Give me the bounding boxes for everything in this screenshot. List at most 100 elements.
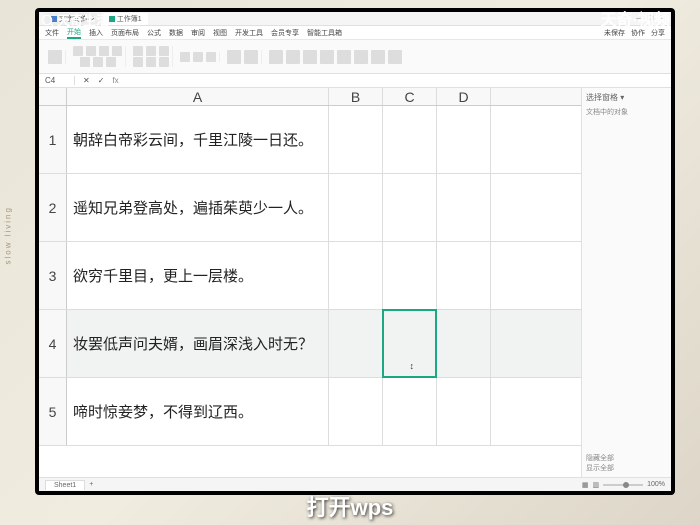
fx-icon[interactable]: fx — [112, 76, 118, 85]
cell-b5[interactable] — [329, 378, 383, 445]
table-row: 1 朝辞白帝彩云间，千里江陵一日还。 — [39, 106, 581, 174]
file-menu[interactable]: 文件 — [45, 28, 59, 38]
ribbon-styles — [224, 50, 262, 64]
menu-insert[interactable]: 插入 — [89, 28, 103, 38]
menu-review[interactable]: 审阅 — [191, 28, 205, 38]
menu-view[interactable]: 视图 — [213, 28, 227, 38]
ribbon — [39, 40, 671, 74]
currency-icon[interactable] — [180, 52, 190, 62]
menu-formula[interactable]: 公式 — [147, 28, 161, 38]
ribbon-clipboard — [45, 50, 66, 64]
sort-icon[interactable] — [286, 50, 300, 64]
cell-d2[interactable] — [437, 174, 491, 241]
cell-c4[interactable]: ↕ — [383, 310, 437, 377]
watermark-topright: 天奇·视频 — [601, 6, 670, 30]
col-header-d[interactable]: D — [437, 88, 491, 105]
wrap-icon[interactable] — [159, 57, 169, 67]
fill-color-icon[interactable] — [80, 57, 90, 67]
decor-text: slow living — [4, 206, 13, 264]
row-header-4[interactable]: 4 — [39, 310, 67, 377]
cell-a5[interactable]: 啼时惊妾梦，不得到辽西。 — [67, 378, 329, 445]
fill-icon[interactable] — [320, 50, 334, 64]
screen: 文字文稿12 工作簿1 — □ ✕ 文件 开始 插入 页面布局 公式 数据 审阅… — [39, 12, 671, 491]
menu-member[interactable]: 会员专享 — [271, 28, 299, 38]
add-sheet-button[interactable]: + — [89, 481, 93, 488]
formula-bar: C4 ✕ ✓ fx — [39, 74, 671, 88]
percent-icon[interactable] — [193, 52, 203, 62]
sidebar-subtitle: 文档中的对象 — [586, 107, 667, 117]
ribbon-font — [70, 46, 126, 67]
show-all-button[interactable]: 显示全部 — [586, 463, 667, 473]
row-header-2[interactable]: 2 — [39, 174, 67, 241]
align-left-icon[interactable] — [133, 46, 143, 56]
comma-icon[interactable] — [206, 52, 216, 62]
confirm-icon[interactable]: ✓ — [98, 76, 105, 85]
view-normal-icon[interactable]: ▦ — [582, 481, 589, 489]
select-all-corner[interactable] — [39, 88, 67, 105]
sheet-tab[interactable]: Sheet1 — [45, 480, 85, 490]
menu-dev[interactable]: 开发工具 — [235, 28, 263, 38]
cell-c2[interactable] — [383, 174, 437, 241]
zoom-slider[interactable] — [603, 484, 643, 486]
freeze-icon[interactable] — [371, 50, 385, 64]
row-header-1[interactable]: 1 — [39, 106, 67, 173]
valign-mid-icon[interactable] — [146, 57, 156, 67]
font-color-icon[interactable] — [112, 46, 122, 56]
spreadsheet[interactable]: A B C D 1 朝辞白帝彩云间，千里江陵一日还。 2 遥知兄弟登高处，遍插茱… — [39, 88, 581, 477]
doc-tab-sheet[interactable]: 工作簿1 — [103, 13, 148, 25]
view-page-icon[interactable]: ▥ — [592, 481, 599, 489]
cell-d1[interactable] — [437, 106, 491, 173]
align-right-icon[interactable] — [159, 46, 169, 56]
sum-icon[interactable] — [269, 50, 283, 64]
menu-data[interactable]: 数据 — [169, 28, 183, 38]
align-center-icon[interactable] — [146, 46, 156, 56]
cell-a4[interactable]: 妆罢低声问夫婿，画眉深浅入时无？ — [67, 310, 329, 377]
hide-all-button[interactable]: 隐藏全部 — [586, 453, 667, 463]
row-header-3[interactable]: 3 — [39, 242, 67, 309]
cancel-icon[interactable]: ✕ — [83, 76, 90, 85]
cell-b2[interactable] — [329, 174, 383, 241]
table-style-icon[interactable] — [244, 50, 258, 64]
underline-icon[interactable] — [99, 46, 109, 56]
cell-d5[interactable] — [437, 378, 491, 445]
watermark-topleft: 天奇生活 — [40, 10, 109, 29]
cell-c5[interactable] — [383, 378, 437, 445]
col-header-b[interactable]: B — [329, 88, 383, 105]
table-row: 4 妆罢低声问夫婿，画眉深浅入时无？ ↕ — [39, 310, 581, 378]
cell-b1[interactable] — [329, 106, 383, 173]
monitor-frame: 文字文稿12 工作簿1 — □ ✕ 文件 开始 插入 页面布局 公式 数据 审阅… — [35, 8, 675, 495]
excel-icon — [109, 16, 115, 22]
sidebar-pane: 选择窗格 ▾ 文档中的对象 隐藏全部 显示全部 — [581, 88, 671, 477]
cell-b4[interactable] — [329, 310, 383, 377]
column-headers: A B C D — [39, 88, 581, 106]
paste-icon[interactable] — [48, 50, 62, 64]
cell-c3[interactable] — [383, 242, 437, 309]
border-icon[interactable] — [93, 57, 103, 67]
row-col-icon[interactable] — [337, 50, 351, 64]
name-box[interactable]: C4 — [45, 76, 75, 85]
menu-layout[interactable]: 页面布局 — [111, 28, 139, 38]
sidebar-title[interactable]: 选择窗格 ▾ — [586, 92, 667, 103]
titlebar: 文字文稿12 工作簿1 — □ ✕ — [39, 12, 671, 26]
cell-c1[interactable] — [383, 106, 437, 173]
worksheet-icon[interactable] — [354, 50, 368, 64]
find-icon[interactable] — [388, 50, 402, 64]
cell-d4[interactable] — [437, 310, 491, 377]
col-header-a[interactable]: A — [67, 88, 329, 105]
filter-icon[interactable] — [303, 50, 317, 64]
cond-format-icon[interactable] — [227, 50, 241, 64]
bold-icon[interactable] — [73, 46, 83, 56]
cell-d3[interactable] — [437, 242, 491, 309]
cell-b3[interactable] — [329, 242, 383, 309]
col-header-c[interactable]: C — [383, 88, 437, 105]
font-size-icon[interactable] — [106, 57, 116, 67]
cell-a3[interactable]: 欲穷千里目，更上一层楼。 — [67, 242, 329, 309]
menu-tools[interactable]: 智能工具箱 — [307, 28, 342, 38]
cell-a2[interactable]: 遥知兄弟登高处，遍插茱萸少一人。 — [67, 174, 329, 241]
row-header-5[interactable]: 5 — [39, 378, 67, 445]
valign-top-icon[interactable] — [133, 57, 143, 67]
italic-icon[interactable] — [86, 46, 96, 56]
zoom-value[interactable]: 100% — [647, 481, 665, 488]
cell-a1[interactable]: 朝辞白帝彩云间，千里江陵一日还。 — [67, 106, 329, 173]
ribbon-cells — [266, 50, 405, 64]
